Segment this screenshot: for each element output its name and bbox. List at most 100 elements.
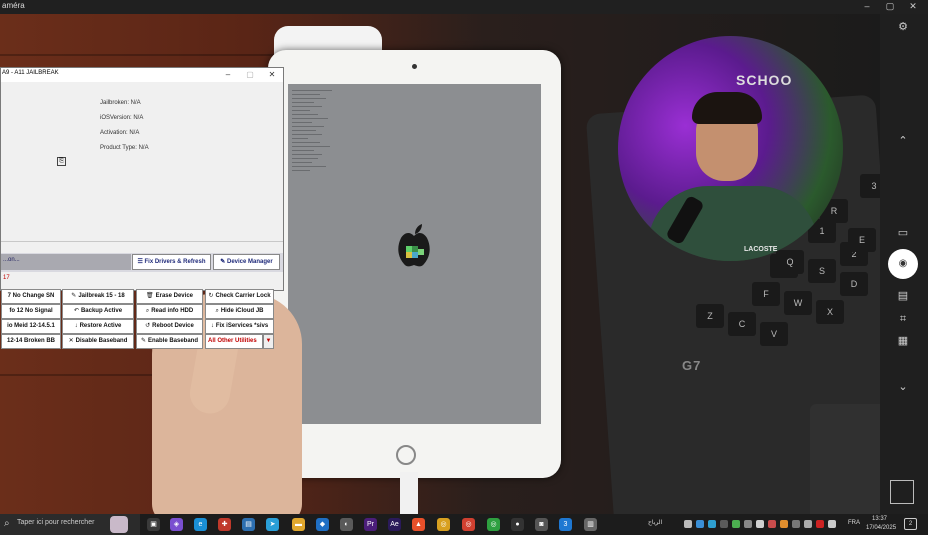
app-icon[interactable]: ▥	[584, 518, 597, 531]
backup-active-button[interactable]: ↶ Backup Active	[62, 304, 134, 319]
app-icon[interactable]: ◐	[340, 518, 353, 531]
boot-log-line	[292, 170, 310, 171]
clock-time[interactable]: 13:37	[872, 516, 887, 522]
notification-button[interactable]: 2	[904, 518, 917, 530]
barcode-mode-icon[interactable]: ⌗	[894, 310, 912, 328]
camera-close-button[interactable]: ✕	[902, 0, 924, 14]
jailbreak-button[interactable]: ✎ Jailbreak 15 - 18	[62, 289, 134, 304]
search-highlight-icon	[110, 516, 128, 533]
wifi-icon[interactable]	[828, 520, 836, 528]
button-label: fo 12 No Signal	[9, 308, 53, 314]
shutter-button[interactable]: ◉	[888, 249, 918, 279]
hide-icloud-jb-button[interactable]: ⌕ Hide iCloud JB	[205, 304, 274, 319]
disable-baseband-button[interactable]: ✕ Disable Baseband	[62, 334, 134, 349]
clock-date[interactable]: 17/04/2025	[866, 525, 896, 531]
file-explorer-icon[interactable]: ▬	[292, 518, 305, 531]
camera-app-icon[interactable]: ◙	[535, 518, 548, 531]
button-label: io Meid 12-14.5.1	[7, 323, 55, 329]
tray-app-icon[interactable]	[744, 520, 752, 528]
restore-active-button[interactable]: ↓ Restore Active	[62, 319, 134, 334]
copy-icon[interactable]: ⎘	[57, 157, 66, 166]
arrow-down-icon: ↓	[74, 323, 78, 329]
boot-log-line	[292, 150, 314, 151]
chevron-down-icon[interactable]: ⌄	[894, 378, 912, 396]
button-label: 12-14 Broken BB	[6, 338, 56, 344]
tray-app-icon[interactable]	[768, 520, 776, 528]
document-mode-icon[interactable]: ▤	[894, 287, 912, 305]
check-carrier-lock-button[interactable]: ↻ Check Carrier Lock	[205, 289, 274, 304]
key: D	[840, 272, 868, 296]
boot-log-line	[292, 158, 318, 159]
tray-app-icon[interactable]	[732, 520, 740, 528]
tray-app-icon[interactable]	[780, 520, 788, 528]
app-icon[interactable]: 3	[559, 518, 572, 531]
after-effects-icon[interactable]: Ae	[388, 518, 401, 531]
enable-baseband-button[interactable]: ✎ Enable Baseband	[136, 334, 203, 349]
gallery-thumbnail[interactable]	[890, 480, 914, 504]
boot-log-line	[292, 94, 320, 95]
qr-mode-icon[interactable]: ▦	[894, 332, 912, 350]
chrome-icon[interactable]: ◎	[487, 518, 500, 531]
reboot-device-button[interactable]: ↺ Reboot Device	[136, 319, 203, 334]
boot-log-line	[292, 106, 322, 107]
fix-drivers-refresh-button[interactable]: ☰ Fix Drivers & Refresh	[132, 254, 211, 270]
key: V	[760, 322, 788, 346]
search-icon: ⌕	[145, 308, 150, 314]
erase-device-button[interactable]: 🗑 Erase Device	[136, 289, 203, 304]
task-view-icon[interactable]: ▣	[147, 518, 160, 531]
premiere-icon[interactable]: Pr	[364, 518, 377, 531]
tray-app-icon[interactable]	[816, 520, 824, 528]
chevron-up-icon[interactable]	[684, 520, 692, 528]
tool-maximize-button[interactable]: ▢	[240, 68, 260, 82]
app-icon[interactable]: ▤	[242, 518, 255, 531]
product-type: Product Type: N/A	[100, 145, 149, 151]
video-mode-icon[interactable]: ▭	[894, 224, 912, 242]
tool-minimize-button[interactable]: –	[218, 68, 238, 82]
status-field: ...on...	[1, 254, 131, 270]
microphone-icon[interactable]	[804, 520, 812, 528]
camera-maximize-button[interactable]: ▢	[879, 0, 901, 14]
chevron-down-icon[interactable]: ▼	[263, 334, 274, 349]
person-hair	[692, 92, 762, 124]
app-icon[interactable]: ◆	[316, 518, 329, 531]
taskbar-search[interactable]: ⌕ Taper ici pour rechercher	[0, 514, 140, 535]
chevron-up-icon[interactable]: ⌃	[894, 132, 912, 150]
app-icon[interactable]: ●	[511, 518, 524, 531]
tray-weather-text: الرياح	[648, 520, 663, 526]
boot-log-line	[292, 102, 314, 103]
device-manager-button[interactable]: ✎ Device Manager	[213, 254, 280, 270]
camera-minimize-button[interactable]: –	[856, 0, 878, 14]
meid-button[interactable]: io Meid 12-14.5.1	[1, 319, 61, 334]
key: W	[784, 291, 812, 315]
app-icon[interactable]: ✚	[218, 518, 231, 531]
tray-app-icon[interactable]	[708, 520, 716, 528]
copilot-icon[interactable]: ◈	[170, 518, 183, 531]
broken-bb-button[interactable]: 12-14 Broken BB	[1, 334, 61, 349]
tray-app-icon[interactable]	[720, 520, 728, 528]
version-label: 17	[3, 275, 10, 281]
usb-cable	[400, 472, 418, 514]
fix-iservices-button[interactable]: ↓ Fix iServices *sivs	[205, 319, 274, 334]
tray-app-icon[interactable]	[756, 520, 764, 528]
camera-settings-icon[interactable]: ⚙	[894, 18, 912, 36]
chrome-icon[interactable]: ◎	[462, 518, 475, 531]
button-label: Restore Active	[79, 323, 122, 329]
search-icon: ⌕	[4, 518, 10, 529]
tray-app-icon[interactable]	[792, 520, 800, 528]
no-change-sn-button[interactable]: 7 No Change SN	[1, 289, 61, 304]
language-indicator[interactable]: FRA	[848, 520, 860, 526]
search-icon: ⌕	[215, 308, 219, 314]
tool-close-button[interactable]: ✕	[262, 68, 282, 82]
other-utilities-select[interactable]: All Other Utilities	[205, 334, 263, 349]
chrome-icon[interactable]: ◎	[437, 518, 450, 531]
no-signal-button[interactable]: fo 12 No Signal	[1, 304, 61, 319]
tray-app-icon[interactable]	[696, 520, 704, 528]
brave-icon[interactable]: ▲	[412, 518, 425, 531]
camera-title: améra	[2, 1, 25, 10]
telegram-icon[interactable]: ➤	[266, 518, 279, 531]
edge-icon[interactable]: e	[194, 518, 207, 531]
boot-log-line	[292, 134, 322, 135]
list-icon: ☰	[137, 259, 145, 265]
read-info-hdd-button[interactable]: ⌕ Read info HDD	[136, 304, 203, 319]
boot-log-line	[292, 166, 326, 167]
